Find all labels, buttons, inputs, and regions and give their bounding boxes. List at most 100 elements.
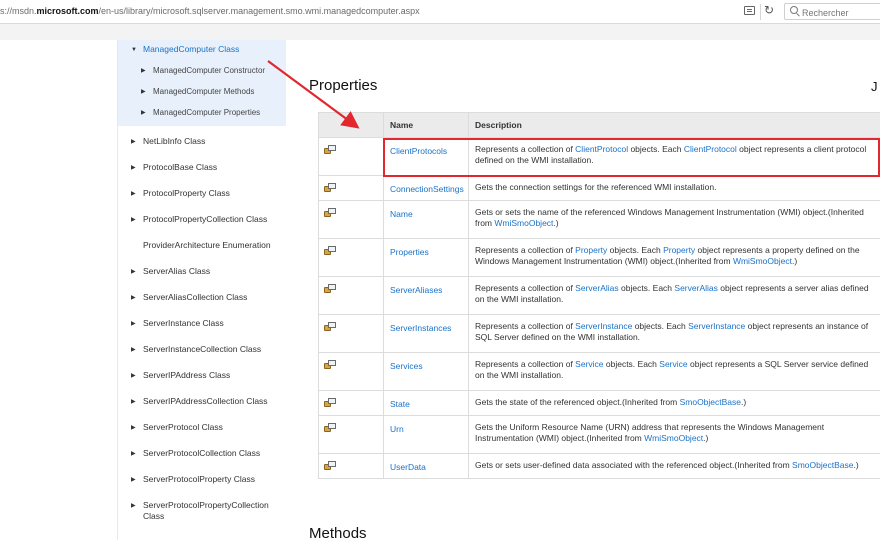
sidebar-item-managedcomputer-properties[interactable]: ▶ ManagedComputer Properties <box>118 107 286 118</box>
sidebar-item-serveraliascollection-class[interactable]: ▶ ServerAliasCollection Class <box>118 292 285 303</box>
sidebar-item-label: ManagedComputer Properties <box>153 108 261 117</box>
property-icon <box>324 398 336 408</box>
triangle-right-icon: ▶ <box>131 217 136 223</box>
sidebar-item-managedcomputer-constructor[interactable]: ▶ ManagedComputer Constructor <box>118 65 286 76</box>
type-link[interactable]: SmoObjectBase <box>792 460 853 470</box>
reader-view-icon[interactable] <box>744 6 755 15</box>
property-name-link[interactable]: Name <box>383 200 469 239</box>
url-text[interactable]: s://msdn.microsoft.com/en-us/library/mic… <box>0 6 420 16</box>
sidebar-item-label: ProtocolPropertyCollection Class <box>143 214 268 224</box>
type-link[interactable]: ServerAlias <box>674 283 717 293</box>
table-row: ServerInstances Represents a collection o… <box>318 314 880 353</box>
description-text: .) <box>703 433 709 443</box>
sidebar-item-serverinstancecollection-class[interactable]: ▶ ServerInstanceCollection Class <box>118 344 285 355</box>
triangle-right-icon: ▶ <box>131 451 136 457</box>
property-name-link[interactable]: State <box>383 390 469 416</box>
description-text: Represents a collection of <box>475 144 576 154</box>
property-icon <box>324 208 336 218</box>
sidebar-item-label: ServerInstance Class <box>143 318 224 328</box>
type-link[interactable]: ServerInstance <box>688 321 745 331</box>
triangle-down-icon: ▼ <box>131 47 137 53</box>
sidebar-item-label: ServerAliasCollection Class <box>143 292 248 302</box>
property-name-link[interactable]: ServerInstances <box>383 314 469 353</box>
property-icon <box>324 145 336 155</box>
type-link[interactable]: ClientProtocol <box>684 144 737 154</box>
property-name-link[interactable]: ConnectionSettings <box>383 175 469 201</box>
sidebar-item-serveripaddress-class[interactable]: ▶ ServerIPAddress Class <box>118 370 285 381</box>
property-description: Gets the Uniform Resource Name (URN) add… <box>468 415 880 454</box>
sidebar-item-label: ProtocolBase Class <box>143 162 218 172</box>
type-link[interactable]: WmiSmoObject <box>644 433 703 443</box>
type-link[interactable]: WmiSmoObject <box>494 218 553 228</box>
property-name-link[interactable]: Services <box>383 352 469 391</box>
description-text: .) <box>553 218 559 228</box>
sidebar-item-label: ServerAlias Class <box>143 266 211 276</box>
description-text: Gets the connection settings for the ref… <box>475 182 717 192</box>
type-link[interactable]: Service <box>575 359 603 369</box>
icon-cell <box>318 137 384 176</box>
sidebar-item-providerarchitecture-enumeration[interactable]: ProviderArchitecture Enumeration <box>118 240 285 251</box>
description-text: Represents a collection of <box>475 321 576 331</box>
triangle-right-icon: ▶ <box>131 191 136 197</box>
header-icon-cell <box>318 112 384 138</box>
description-text: .) <box>791 256 798 266</box>
type-link[interactable]: Property <box>663 245 695 255</box>
description-text: objects. Each <box>618 283 675 293</box>
triangle-right-icon: ▶ <box>131 269 136 275</box>
property-description: Represents a collection of Service objec… <box>468 352 880 391</box>
type-link[interactable]: SmoObjectBase <box>680 397 741 407</box>
triangle-right-icon: ▶ <box>131 165 136 171</box>
sidebar-item-serverinstance-class[interactable]: ▶ ServerInstance Class <box>118 318 285 329</box>
page-top-strip <box>0 24 880 40</box>
sidebar-item-protocolbase-class[interactable]: ▶ ProtocolBase Class <box>118 162 285 173</box>
property-icon <box>324 423 336 433</box>
table-row: Urn Gets the Uniform Resource Name (URN) … <box>318 415 880 454</box>
search-input[interactable] <box>784 3 880 20</box>
reload-icon[interactable]: ↻ <box>764 3 774 17</box>
property-name-link[interactable]: ServerAliases <box>383 276 469 315</box>
type-link[interactable]: WmiSmoObject <box>733 256 792 266</box>
table-row: State Gets the state of the referenced ob… <box>318 390 880 416</box>
triangle-right-icon: ▶ <box>131 295 136 301</box>
sidebar-item-label: ServerIPAddress Class <box>143 370 231 380</box>
icon-cell <box>318 390 384 416</box>
description-text: objects. Each <box>603 359 660 369</box>
description-text: objects. Each <box>607 245 664 255</box>
sidebar-item-serveripaddresscollection-class[interactable]: ▶ ServerIPAddressCollection Class <box>118 396 285 407</box>
sidebar-item-netlibinfo-class[interactable]: ▶ NetLibInfo Class <box>118 136 285 147</box>
type-link[interactable]: Property <box>575 245 607 255</box>
type-link[interactable]: ServerAlias <box>575 283 618 293</box>
sidebar-item-label: ServerProtocol Class <box>143 422 223 432</box>
properties-heading: Properties <box>309 77 378 94</box>
triangle-right-icon: ▶ <box>131 139 136 145</box>
sidebar-item-managedcomputer-methods[interactable]: ▶ ManagedComputer Methods <box>118 86 286 97</box>
property-name-link[interactable]: UserData <box>383 453 469 479</box>
sidebar-item-serverprotocol-class[interactable]: ▶ ServerProtocol Class <box>118 422 285 433</box>
table-row: UserData Gets or sets user-defined data a… <box>318 453 880 479</box>
sidebar-item-label: ProtocolProperty Class <box>143 188 230 198</box>
triangle-right-icon: ▶ <box>131 399 136 405</box>
sidebar-nav: ▼ ManagedComputer Class ▶ ManagedComputer… <box>117 40 286 540</box>
property-icon <box>324 461 336 471</box>
properties-table: Name Description ClientProtocols Represen… <box>318 112 880 479</box>
sidebar-item-serverprotocolproperty-class[interactable]: ▶ ServerProtocolProperty Class <box>118 474 285 485</box>
sidebar-item-protocolproperty-class[interactable]: ▶ ProtocolProperty Class <box>118 188 285 199</box>
property-description: Gets the connection settings for the ref… <box>468 175 880 201</box>
property-icon <box>324 322 336 332</box>
sidebar-item-managedcomputer-class[interactable]: ▼ ManagedComputer Class <box>118 44 286 55</box>
table-row: ServerAliases Represents a collection of … <box>318 276 880 315</box>
property-description: Represents a collection of ServerInstanc… <box>468 314 880 353</box>
property-name-link[interactable]: ClientProtocols <box>383 137 469 176</box>
property-description: Gets or sets the name of the referenced … <box>468 200 880 239</box>
sidebar-item-serverprotocolcollection-class[interactable]: ▶ ServerProtocolCollection Class <box>118 448 285 459</box>
sidebar-item-serverprotocolpropertycollection-class[interactable]: ▶ ServerProtocolPropertyCollection Class <box>118 500 285 522</box>
type-link[interactable]: ClientProtocol <box>575 144 628 154</box>
sidebar-item-serveralias-class[interactable]: ▶ ServerAlias Class <box>118 266 285 277</box>
type-link[interactable]: ServerInstance <box>575 321 632 331</box>
table-row: Services Represents a collection of Servi… <box>318 352 880 391</box>
property-name-link[interactable]: Properties <box>383 238 469 277</box>
address-bar[interactable]: s://msdn.microsoft.com/en-us/library/mic… <box>0 0 880 24</box>
type-link[interactable]: Service <box>659 359 687 369</box>
sidebar-item-protocolpropertycollection-class[interactable]: ▶ ProtocolPropertyCollection Class <box>118 214 285 225</box>
property-name-link[interactable]: Urn <box>383 415 469 454</box>
